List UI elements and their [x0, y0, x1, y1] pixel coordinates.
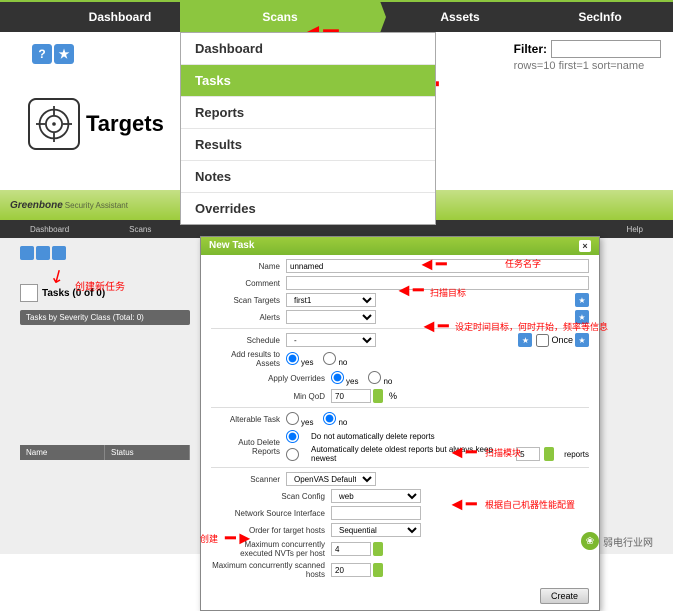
- order-label: Order for target hosts: [211, 526, 331, 535]
- alerts-label: Alerts: [211, 313, 286, 322]
- star-icon[interactable]: ★: [54, 44, 74, 64]
- minqod-input[interactable]: [331, 389, 371, 403]
- alt-no[interactable]: [323, 412, 336, 425]
- scanner-select[interactable]: OpenVAS Default: [286, 472, 376, 486]
- col-name[interactable]: Name: [20, 445, 105, 460]
- filter-input[interactable]: [551, 40, 661, 58]
- new-alert-icon[interactable]: ★: [575, 310, 589, 324]
- help-icon[interactable]: ?: [32, 44, 52, 64]
- toolbar-icons: ? ★: [32, 44, 74, 64]
- severity-bar: Tasks by Severity Class (Total: 0): [20, 310, 190, 325]
- targets-heading: Targets: [86, 111, 164, 137]
- nav-scans[interactable]: Scans: [180, 2, 380, 32]
- spinner-icon[interactable]: [373, 563, 383, 577]
- filter-label: Filter:: [514, 42, 547, 56]
- maxhost-input[interactable]: [331, 563, 371, 577]
- bn-help[interactable]: Help: [597, 220, 673, 238]
- nav-assets[interactable]: Assets: [380, 2, 540, 32]
- addresults-label: Add results to Assets: [211, 350, 286, 368]
- dd-tasks[interactable]: Tasks: [181, 65, 435, 97]
- alt-yes[interactable]: [286, 412, 299, 425]
- modal-title: New Task: [209, 240, 254, 252]
- greenbone-sub: Security Assistant: [65, 201, 128, 210]
- left-panel: ↙ 创建新任务 Tasks (0 of 0) Tasks by Severity…: [20, 246, 190, 460]
- autodel-o1-label: Do not automatically delete reports: [311, 432, 435, 441]
- scanconf-select[interactable]: web: [331, 489, 421, 503]
- name-input[interactable]: [286, 259, 589, 273]
- nav-secinfo[interactable]: SecInfo: [540, 2, 660, 32]
- name-label: Name: [211, 262, 286, 271]
- nsi-input[interactable]: [331, 506, 421, 520]
- tasks-icon: [20, 284, 38, 302]
- dd-reports[interactable]: Reports: [181, 97, 435, 129]
- filter-area: Filter: rows=10 first=1 sort=name: [514, 40, 661, 72]
- order-select[interactable]: Sequential: [331, 523, 421, 537]
- once-label: Once: [551, 335, 573, 345]
- bn-scans[interactable]: Scans: [99, 220, 181, 238]
- spinner-icon[interactable]: [544, 447, 554, 461]
- autodel-o2b-label: reports: [564, 450, 589, 459]
- new-task-modal: New Task × Name Comment Scan Targetsfirs…: [200, 236, 600, 611]
- autodel-n-input[interactable]: [516, 447, 540, 461]
- wechat-icon: ❀: [581, 532, 599, 550]
- scanconf-label: Scan Config: [211, 492, 331, 501]
- bn-dashboard[interactable]: Dashboard: [0, 220, 99, 238]
- watermark: ❀ 弱电行业网: [581, 532, 653, 550]
- new-schedule-icon[interactable]: ★: [518, 333, 532, 347]
- targets-select[interactable]: first1: [286, 293, 376, 307]
- dd-dashboard[interactable]: Dashboard: [181, 33, 435, 65]
- once-checkbox[interactable]: [536, 334, 549, 347]
- modal-titlebar: New Task ×: [201, 237, 599, 255]
- create-button[interactable]: Create: [540, 588, 589, 604]
- scanner-label: Scanner: [211, 475, 286, 484]
- spinner-icon[interactable]: [373, 389, 383, 403]
- autodel-label: Auto Delete Reports: [211, 438, 286, 456]
- comment-label: Comment: [211, 279, 286, 288]
- dd-results[interactable]: Results: [181, 129, 435, 161]
- mini-help-icon[interactable]: [20, 246, 34, 260]
- pct-label: %: [389, 391, 397, 401]
- dd-notes[interactable]: Notes: [181, 161, 435, 193]
- filter-sub: rows=10 first=1 sort=name: [514, 60, 661, 72]
- close-icon[interactable]: ×: [579, 240, 591, 252]
- nav-dashboard[interactable]: Dashboard: [60, 2, 180, 32]
- apply-yes[interactable]: [331, 371, 344, 384]
- second-screenshot: Greenbone Security Assistant Dashboard S…: [0, 190, 673, 554]
- minqod-label: Min QoD: [211, 392, 331, 401]
- maxnvt-label: Maximum concurrently executed NVTs per h…: [211, 540, 331, 558]
- dd-overrides[interactable]: Overrides: [181, 193, 435, 224]
- addres-yes[interactable]: [286, 352, 299, 365]
- maxhost-label: Maximum concurrently scanned hosts: [211, 561, 331, 579]
- alterable-label: Alterable Task: [211, 415, 286, 424]
- top-navbar: Dashboard Scans Assets SecInfo: [0, 0, 673, 32]
- targets-label: Scan Targets: [211, 296, 286, 305]
- autodel-opt1[interactable]: [286, 430, 299, 443]
- watermark-text: 弱电行业网: [603, 534, 653, 549]
- autodel-opt2[interactable]: [286, 448, 299, 461]
- nsi-label: Network Source Interface: [211, 509, 331, 518]
- annot-newtask: 创建新任务: [75, 278, 125, 293]
- col-status[interactable]: Status: [105, 445, 190, 460]
- mini-star-icon[interactable]: [36, 246, 50, 260]
- autodel-o2a-label: Automatically delete oldest reports but …: [311, 445, 506, 463]
- mini-new-icon[interactable]: [52, 246, 66, 260]
- schedule-label: Schedule: [211, 336, 286, 345]
- alerts-select[interactable]: [286, 310, 376, 324]
- schedule-select[interactable]: -: [286, 333, 376, 347]
- addres-no[interactable]: [323, 352, 336, 365]
- apply-no[interactable]: [368, 371, 381, 384]
- apply-label: Apply Overrides: [211, 374, 331, 383]
- comment-input[interactable]: [286, 276, 589, 290]
- schedule-star-icon[interactable]: ★: [575, 333, 589, 347]
- scans-dropdown: Dashboard Tasks Reports Results Notes Ov…: [180, 32, 436, 225]
- page-heading: Targets: [28, 98, 164, 150]
- greenbone-logo: Greenbone: [10, 200, 63, 211]
- new-target-icon[interactable]: ★: [575, 293, 589, 307]
- targets-icon: [28, 98, 80, 150]
